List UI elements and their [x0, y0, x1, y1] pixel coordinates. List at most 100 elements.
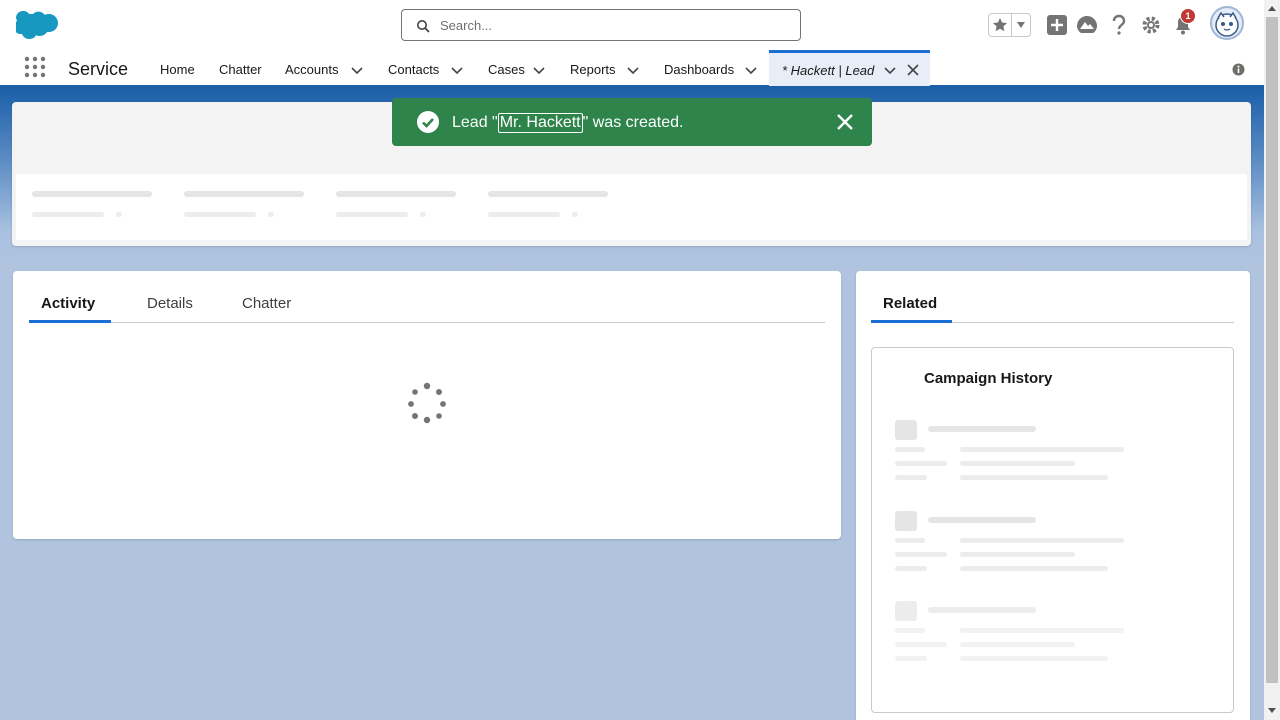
skeleton-line [895, 538, 925, 543]
tab-details[interactable]: Details [147, 295, 193, 312]
global-actions-button[interactable] [1045, 12, 1069, 38]
active-tab-indicator [29, 320, 111, 323]
tab-chevron-down-icon[interactable] [884, 64, 896, 76]
nav-item-contacts[interactable]: Contacts [388, 62, 439, 77]
tab-chatter[interactable]: Chatter [242, 295, 291, 312]
related-panel: Related Campaign History [856, 271, 1250, 720]
favorites-dropdown-button[interactable] [1012, 14, 1030, 36]
toast-close-icon[interactable] [836, 113, 854, 131]
campaign-history-title[interactable]: Campaign History [924, 370, 1052, 387]
skeleton-line [960, 538, 1124, 543]
scroll-thumb[interactable] [1266, 17, 1278, 683]
favorites-star-button[interactable] [989, 14, 1013, 36]
cases-chevron-down-icon[interactable] [533, 64, 545, 76]
skeleton-line [960, 475, 1108, 480]
skeleton-line [960, 461, 1075, 466]
global-header: Search... 1 [0, 0, 1264, 50]
highlights-fields-placeholder [16, 174, 1247, 240]
navigation-bar: Service Home Chatter Accounts Contacts C… [0, 50, 1264, 88]
skeleton-line [960, 552, 1075, 557]
skeleton-line [960, 656, 1108, 661]
skeleton-line [960, 642, 1075, 647]
campaign-history-card: Campaign History [871, 347, 1234, 713]
favorites-group [988, 13, 1031, 37]
skeleton-line [895, 552, 947, 557]
related-tab-indicator [871, 320, 952, 323]
tab-related[interactable]: Related [883, 295, 937, 312]
record-tabs: Activity Details Chatter [29, 289, 825, 323]
reports-chevron-down-icon[interactable] [627, 64, 639, 76]
setup-button[interactable] [1139, 12, 1163, 38]
global-search[interactable]: Search... [401, 9, 801, 41]
tab-hackett-lead[interactable]: * Hackett | Lead [769, 50, 930, 86]
caret-down-icon [1017, 22, 1026, 28]
skeleton-line [895, 475, 927, 480]
skeleton-dot [268, 212, 274, 217]
question-icon [1112, 14, 1126, 35]
star-icon [993, 18, 1008, 32]
skeleton-line [928, 607, 1036, 613]
skeleton-dot [572, 212, 578, 217]
nav-item-home[interactable]: Home [160, 62, 195, 77]
nav-item-dashboards[interactable]: Dashboards [664, 62, 734, 77]
skeleton-icon [895, 420, 917, 440]
skeleton-line [184, 212, 256, 217]
skeleton-line [488, 212, 560, 217]
app-launcher-icon[interactable] [24, 56, 46, 78]
nav-item-accounts[interactable]: Accounts [285, 62, 338, 77]
skeleton-line [184, 191, 304, 197]
tab-close-icon[interactable] [907, 64, 919, 76]
skeleton-line [336, 191, 456, 197]
active-tab-label: * Hackett | Lead [782, 63, 875, 78]
skeleton-line [960, 628, 1124, 633]
scroll-up-arrow-icon[interactable] [1268, 6, 1276, 11]
user-avatar[interactable] [1210, 6, 1244, 40]
plus-square-icon [1047, 15, 1067, 35]
contacts-chevron-down-icon[interactable] [451, 64, 463, 76]
nav-item-reports[interactable]: Reports [570, 62, 616, 77]
salesforce-logo[interactable] [16, 10, 58, 40]
skeleton-dot [116, 212, 122, 217]
accounts-chevron-down-icon[interactable] [351, 64, 363, 76]
gear-icon [1142, 16, 1160, 34]
search-icon [417, 20, 430, 33]
skeleton-line [960, 566, 1108, 571]
nav-item-cases[interactable]: Cases [488, 62, 525, 77]
page-scrollbar[interactable] [1264, 0, 1280, 720]
skeleton-dot [420, 212, 426, 217]
skeleton-line [488, 191, 608, 197]
skeleton-line [32, 191, 152, 197]
related-tabs: Related [871, 289, 1234, 323]
skeleton-line [928, 517, 1036, 523]
app-name: Service [68, 59, 129, 79]
toast-prefix: Lead " [452, 114, 498, 131]
skeleton-icon [895, 601, 917, 621]
toast-suffix: " was created. [582, 114, 684, 131]
skeleton-line [32, 212, 104, 217]
help-button[interactable] [1107, 12, 1131, 38]
skeleton-line [895, 628, 925, 633]
skeleton-line [895, 656, 927, 661]
skeleton-line [895, 461, 947, 466]
skeleton-line [895, 642, 947, 647]
info-icon[interactable] [1232, 63, 1245, 76]
success-check-icon [417, 111, 439, 133]
trailhead-button[interactable] [1075, 12, 1099, 38]
dashboards-chevron-down-icon[interactable] [745, 64, 757, 76]
trailhead-icon [1077, 16, 1097, 33]
skeleton-line [928, 426, 1036, 432]
search-placeholder: Search... [440, 18, 493, 33]
success-toast: Lead " Mr. Hackett " was created. [392, 98, 872, 146]
skeleton-icon [895, 511, 917, 531]
tab-activity[interactable]: Activity [41, 295, 95, 312]
notification-badge: 1 [1180, 8, 1196, 24]
scroll-down-arrow-icon[interactable] [1268, 708, 1276, 713]
nav-item-chatter[interactable]: Chatter [219, 62, 262, 77]
skeleton-line [895, 566, 927, 571]
skeleton-line [895, 447, 925, 452]
loading-spinner-icon [408, 382, 446, 424]
toast-record-link[interactable]: Mr. Hackett [497, 113, 583, 133]
skeleton-line [336, 212, 408, 217]
toast-message: Lead " Mr. Hackett " was created. [452, 113, 683, 133]
skeleton-line [960, 447, 1124, 452]
